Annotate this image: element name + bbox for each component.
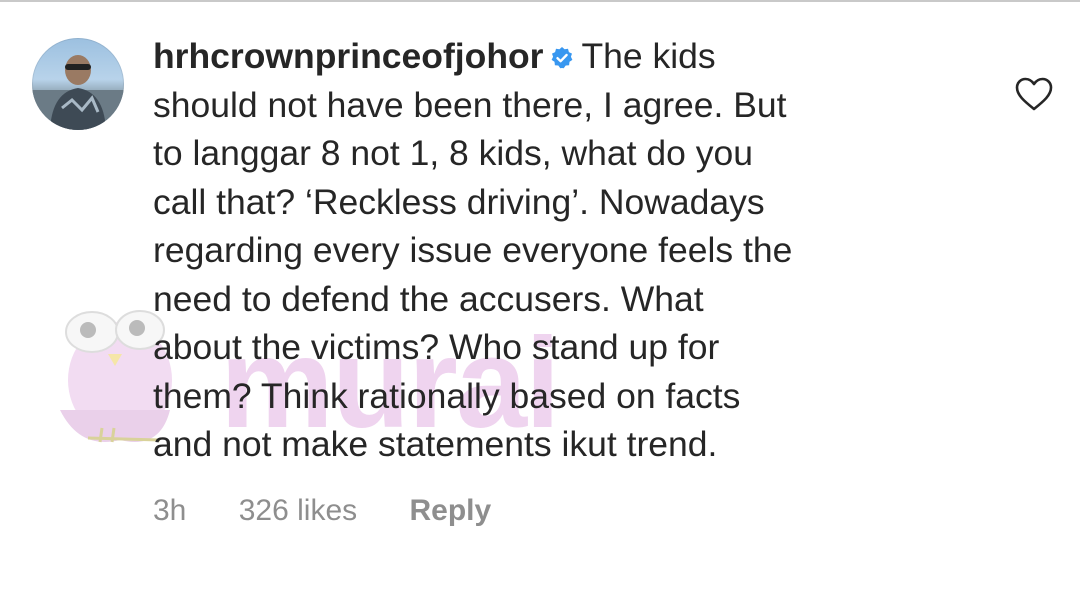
comment-meta: 3h 326 likes Reply	[153, 494, 491, 528]
comment-line: The kids	[581, 36, 716, 76]
top-divider	[0, 0, 1080, 2]
comment-line: should not have been there, I agree. But	[153, 84, 787, 125]
comment-line: need to defend the accusers. What	[153, 278, 704, 319]
comment-line: call that? ‘Reckless driving’. Nowadays	[153, 181, 765, 222]
comment-line: to langgar 8 not 1, 8 kids, what do you	[153, 133, 753, 173]
comment-username[interactable]: hrhcrownprinceofjohor	[153, 36, 544, 76]
comment-likes[interactable]: 326 likes	[239, 494, 357, 527]
heart-icon[interactable]	[1014, 76, 1054, 112]
verified-badge-icon	[551, 47, 572, 69]
reply-button[interactable]: Reply	[409, 494, 491, 527]
comment-line: them? Think rationally based on facts	[153, 375, 741, 416]
comment-time[interactable]: 3h	[153, 494, 186, 527]
comment-line: regarding every issue everyone feels the	[153, 230, 793, 270]
comment-line: about the victims? Who stand up for	[153, 327, 720, 367]
avatar[interactable]	[32, 38, 124, 130]
comment-line: and not make statements ikut trend.	[153, 424, 718, 464]
avatar-photo-icon	[32, 55, 124, 130]
comment-text: hrhcrownprinceofjohor The kids should no…	[153, 32, 953, 469]
